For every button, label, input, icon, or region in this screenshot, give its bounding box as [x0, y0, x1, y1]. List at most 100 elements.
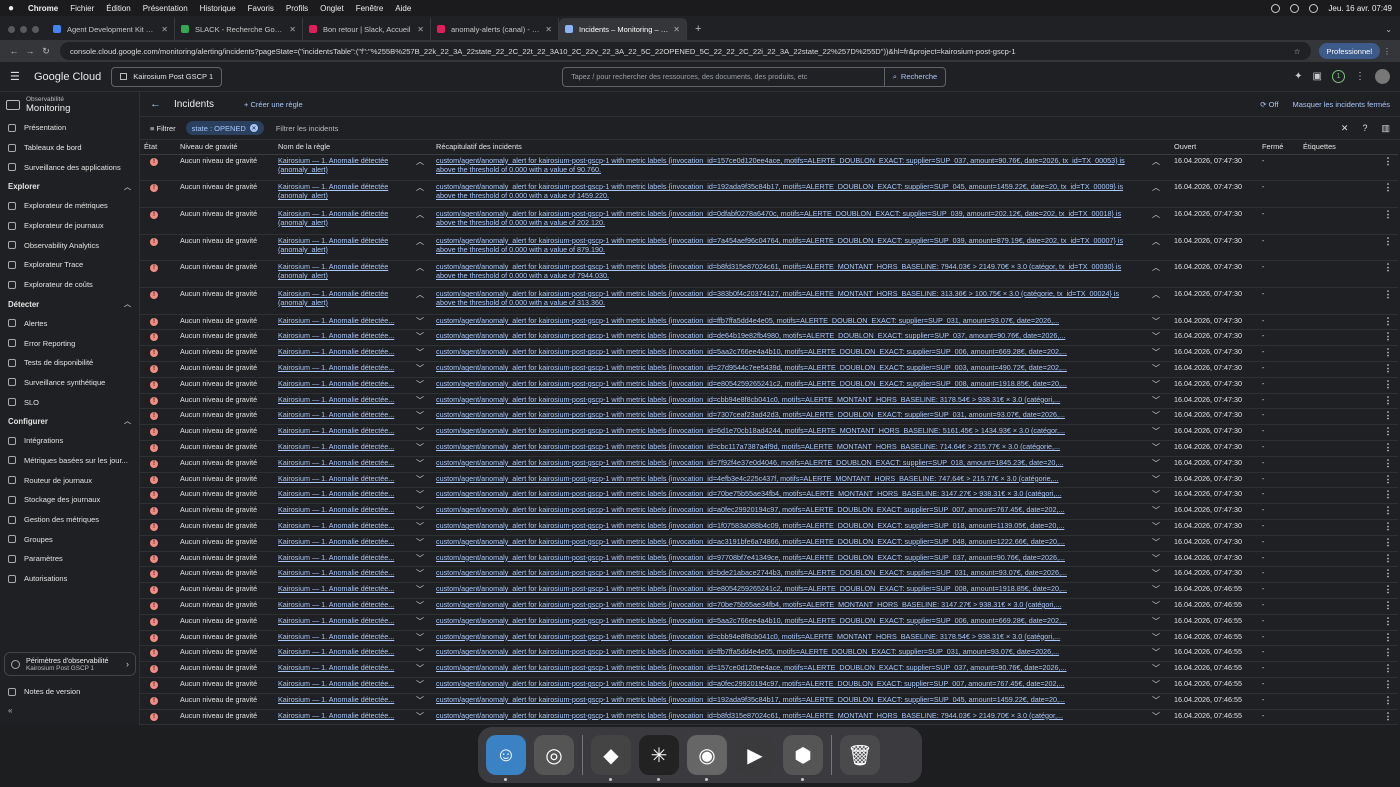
menu-item-historique[interactable]: Historique — [200, 4, 236, 13]
collapse-rule-icon[interactable]: ︿ — [408, 180, 432, 208]
expand-summary-icon[interactable]: ﹀ — [1142, 472, 1170, 489]
notifications-badge[interactable]: 1 — [1332, 70, 1345, 83]
sidebar-item[interactable]: Groupes — [0, 529, 139, 549]
rule-name-link[interactable]: Kairosium — 1. Anomalie détectée... — [278, 474, 404, 483]
search-input[interactable]: Tapez / pour rechercher des ressources, … — [563, 72, 884, 81]
sidebar-item[interactable]: Tableaux de bord — [0, 138, 139, 158]
browser-tab[interactable]: SLACK - Recherche Google ✕ — [175, 18, 303, 40]
row-menu-icon[interactable]: ⋮ — [1378, 377, 1398, 394]
browser-tab[interactable]: anomaly-alerts (canal) - kair ✕ — [431, 18, 559, 40]
filter-input[interactable]: Filtrer les incidents — [276, 124, 339, 133]
expand-summary-icon[interactable]: ﹀ — [1142, 345, 1170, 363]
table-row[interactable]: ! Aucun niveau de gravité Kairosium — 1. A… — [140, 535, 1398, 552]
table-row[interactable]: ! Aucun niveau de gravité Kairosium — 1. A… — [140, 630, 1398, 647]
sidebar-item[interactable]: Stockage des journaux — [0, 490, 139, 510]
rule-name-link[interactable]: Kairosium — 1. Anomalie détectée... — [278, 347, 404, 356]
close-tab-icon[interactable]: ✕ — [289, 25, 296, 34]
incident-summary-link[interactable]: custom/agent/anomaly_alert for kairosium… — [436, 616, 1138, 625]
row-menu-icon[interactable]: ⋮ — [1378, 440, 1398, 457]
rule-name-link[interactable]: Kairosium — 1. Anomalie détectée (anomal… — [278, 289, 404, 307]
table-row[interactable]: ! Aucun niveau de gravité Kairosium — 1. A… — [140, 440, 1398, 457]
incident-summary-link[interactable]: custom/agent/anomaly_alert for kairosium… — [436, 679, 1138, 688]
collapse-rule-icon[interactable]: ︿ — [408, 234, 432, 262]
rule-name-link[interactable]: Kairosium — 1. Anomalie détectée... — [278, 395, 404, 404]
incident-summary-link[interactable]: custom/agent/anomaly_alert for kairosium… — [436, 489, 1138, 498]
sidebar-item[interactable]: Routeur de journaux — [0, 470, 139, 490]
rule-name-link[interactable]: Kairosium — 1. Anomalie détectée... — [278, 410, 404, 419]
expand-summary-icon[interactable]: ﹀ — [1142, 535, 1170, 552]
claude-icon[interactable]: ✳ — [639, 735, 679, 781]
rule-name-link[interactable]: Kairosium — 1. Anomalie détectée... — [278, 379, 404, 388]
expand-summary-icon[interactable]: ﹀ — [1142, 677, 1170, 694]
profile-button[interactable]: Professionnel — [1318, 43, 1380, 59]
expand-rule-icon[interactable]: ﹀ — [408, 472, 432, 489]
table-row[interactable]: ! Aucun niveau de gravité Kairosium — 1. A… — [140, 393, 1398, 410]
app-icon[interactable]: ◆ — [591, 735, 631, 781]
more-options-icon[interactable]: ⋮ — [1355, 71, 1365, 82]
menu-item-aide[interactable]: Aide — [395, 4, 411, 13]
expand-summary-icon[interactable]: ﹀ — [1142, 630, 1170, 647]
row-menu-icon[interactable]: ⋮ — [1378, 614, 1398, 631]
rule-name-link[interactable]: Kairosium — 1. Anomalie détectée... — [278, 426, 404, 435]
rule-name-link[interactable]: Kairosium — 1. Anomalie détectée (anomal… — [278, 236, 404, 254]
table-row[interactable]: ! Aucun niveau de gravité Kairosium — 1. A… — [140, 329, 1398, 347]
sidebar-item[interactable]: Métriques basées sur les jour... — [0, 451, 139, 471]
incident-summary-link[interactable]: custom/agent/anomaly_alert for kairosium… — [436, 363, 1138, 372]
row-menu-icon[interactable]: ⋮ — [1378, 709, 1398, 726]
row-menu-icon[interactable]: ⋮ — [1378, 693, 1398, 710]
expand-rule-icon[interactable]: ﹀ — [408, 645, 432, 663]
expand-summary-icon[interactable]: ﹀ — [1142, 519, 1170, 536]
row-menu-icon[interactable]: ⋮ — [1378, 408, 1398, 426]
table-row[interactable]: ! Aucun niveau de gravité Kairosium — 1. A… — [140, 645, 1398, 663]
rule-name-link[interactable]: Kairosium — 1. Anomalie détectée... — [278, 663, 404, 672]
expand-rule-icon[interactable]: ﹀ — [408, 709, 432, 726]
close-tab-icon[interactable]: ✕ — [417, 25, 424, 34]
row-menu-icon[interactable]: ⋮ — [1378, 345, 1398, 363]
incident-summary-link[interactable]: custom/agent/anomaly_alert for kairosium… — [436, 600, 1138, 609]
table-row[interactable]: ! Aucun niveau de gravité Kairosium — 1. A… — [140, 207, 1398, 235]
table-row[interactable]: ! Aucun niveau de gravité Kairosium — 1. A… — [140, 234, 1398, 262]
row-menu-icon[interactable]: ⋮ — [1378, 329, 1398, 347]
rule-name-link[interactable]: Kairosium — 1. Anomalie détectée... — [278, 553, 404, 562]
row-menu-icon[interactable]: ⋮ — [1378, 260, 1398, 288]
table-row[interactable]: ! Aucun niveau de gravité Kairosium — 1. A… — [140, 693, 1398, 710]
incident-summary-link[interactable]: custom/agent/anomaly_alert for kairosium… — [436, 663, 1138, 672]
sidebar-item[interactable]: Explorateur de journaux — [0, 216, 139, 236]
rule-name-link[interactable]: Kairosium — 1. Anomalie détectée (anomal… — [278, 156, 404, 174]
incident-summary-link[interactable]: custom/agent/anomaly_alert for kairosium… — [436, 505, 1138, 514]
expand-summary-icon[interactable]: ﹀ — [1142, 424, 1170, 441]
collapse-rule-icon[interactable]: ︿ — [408, 154, 432, 182]
incident-summary-link[interactable]: custom/agent/anomaly_alert for kairosium… — [436, 647, 1138, 656]
rule-name-link[interactable]: Kairosium — 1. Anomalie détectée (anomal… — [278, 262, 404, 280]
expand-rule-icon[interactable]: ﹀ — [408, 598, 432, 615]
sidebar-section-header[interactable]: Explorer ︿ — [0, 177, 139, 196]
browser-tab[interactable]: Agent Development Kit Dev U ✕ — [47, 18, 175, 40]
expand-rule-icon[interactable]: ﹀ — [408, 614, 432, 631]
incident-summary-link[interactable]: custom/agent/anomaly_alert for kairosium… — [436, 474, 1138, 483]
hide-closed-button[interactable]: Masquer les incidents fermés — [1292, 100, 1390, 109]
rule-name-link[interactable]: Kairosium — 1. Anomalie détectée... — [278, 711, 404, 720]
expand-rule-icon[interactable]: ﹀ — [408, 503, 432, 520]
table-row[interactable]: ! Aucun niveau de gravité Kairosium — 1. A… — [140, 314, 1398, 331]
control-center-icon[interactable] — [1309, 3, 1319, 13]
search-button[interactable]: ⌕ Recherche — [883, 67, 945, 86]
expand-summary-icon[interactable]: ﹀ — [1142, 661, 1170, 678]
row-menu-icon[interactable]: ⋮ — [1378, 361, 1398, 378]
column-display-icon[interactable]: ▥ — [1381, 123, 1390, 134]
auto-refresh-toggle[interactable]: ⟳ Off — [1260, 100, 1278, 109]
expand-rule-icon[interactable]: ﹀ — [408, 456, 432, 473]
rule-name-link[interactable]: Kairosium — 1. Anomalie détectée... — [278, 647, 404, 656]
forward-icon[interactable]: → — [22, 46, 38, 56]
rule-name-link[interactable]: Kairosium — 1. Anomalie détectée (anomal… — [278, 182, 404, 200]
column-header[interactable]: Fermé — [1258, 140, 1299, 155]
incident-summary-link[interactable]: custom/agent/anomaly_alert for kairosium… — [436, 262, 1138, 280]
address-bar[interactable]: console.cloud.google.com/monitoring/aler… — [60, 42, 1311, 60]
safari-icon[interactable]: ◎ — [534, 735, 574, 775]
incident-summary-link[interactable]: custom/agent/anomaly_alert for kairosium… — [436, 347, 1138, 356]
menubar-datetime[interactable]: Jeu. 16 avr. 07:49 — [1328, 4, 1392, 13]
rule-name-link[interactable]: Kairosium — 1. Anomalie détectée (anomal… — [278, 209, 404, 227]
sidebar-section-header[interactable]: Configurer ︿ — [0, 412, 139, 431]
row-menu-icon[interactable]: ⋮ — [1378, 519, 1398, 536]
zoom-window-icon[interactable] — [32, 25, 39, 33]
expand-summary-icon[interactable]: ﹀ — [1142, 440, 1170, 457]
